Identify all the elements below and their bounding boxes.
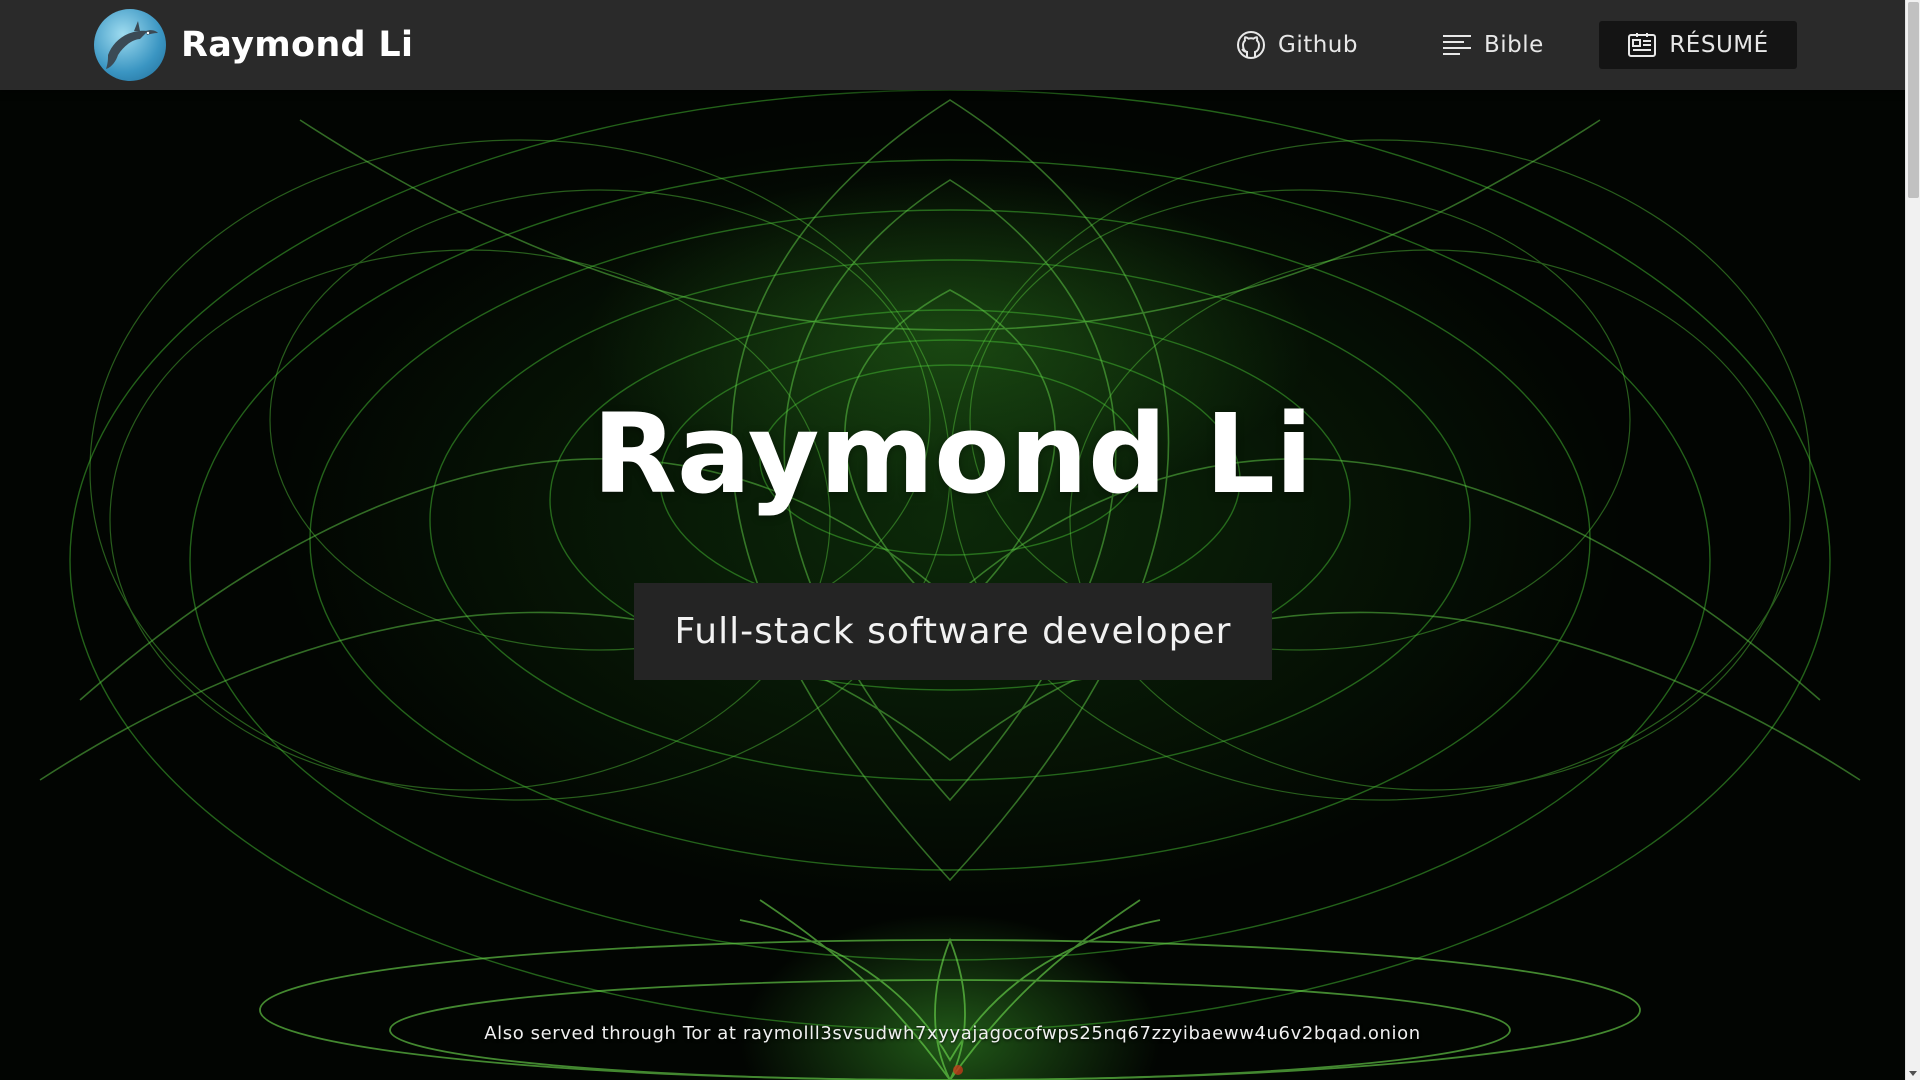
- scrollbar-thumb[interactable]: [1908, 2, 1919, 198]
- page: Raymond Li Github Bible RÉSUMÉ Raymond L…: [0, 0, 1920, 1080]
- nav-link-bible-label: Bible: [1484, 32, 1544, 58]
- nav-link-github-label: Github: [1278, 32, 1358, 58]
- navbar: Raymond Li Github Bible RÉSUMÉ: [0, 0, 1905, 90]
- brand-home-link[interactable]: Raymond Li: [94, 8, 413, 82]
- github-icon: [1236, 30, 1266, 60]
- nav-link-bible[interactable]: Bible: [1442, 21, 1544, 69]
- hero-title: Raymond Li: [592, 390, 1313, 518]
- hero-subtitle: Full-stack software developer: [674, 611, 1232, 652]
- background-art: [0, 0, 1905, 1080]
- dolphin-avatar-icon: [94, 9, 166, 81]
- green-fractal-pattern: [39, 89, 1861, 1080]
- nav-link-resume[interactable]: RÉSUMÉ: [1599, 21, 1797, 69]
- scroll-down-arrow-icon[interactable]: [1909, 1071, 1917, 1076]
- brand-name: Raymond Li: [181, 25, 414, 65]
- subtitle-box: Full-stack software developer: [634, 583, 1272, 680]
- vertical-scrollbar[interactable]: [1905, 0, 1920, 1080]
- tor-address-note: Also served through Tor at raymolll3svsu…: [484, 1023, 1421, 1044]
- nav-link-resume-label: RÉSUMÉ: [1669, 32, 1769, 58]
- nav-link-github[interactable]: Github: [1236, 21, 1358, 69]
- resume-icon: [1627, 32, 1657, 58]
- text-lines-icon: [1442, 34, 1472, 56]
